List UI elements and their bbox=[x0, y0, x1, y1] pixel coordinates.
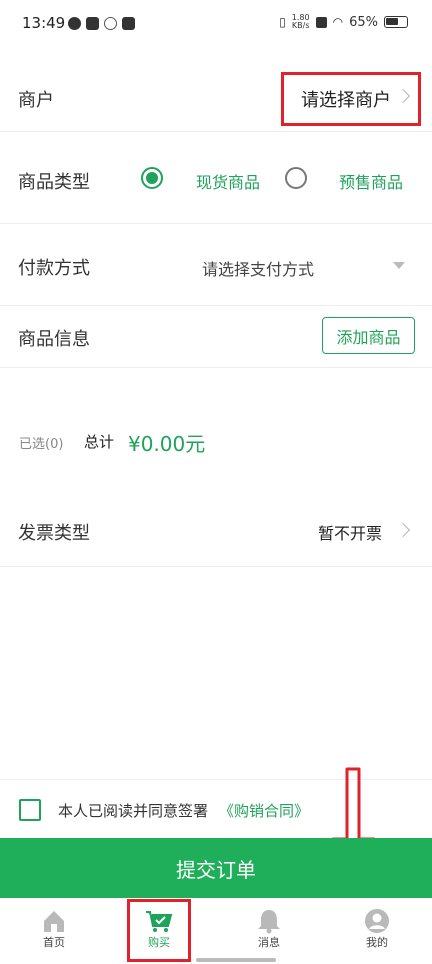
nav-profile-label: 我的 bbox=[366, 936, 388, 949]
nav-home[interactable]: 首页 bbox=[14, 908, 94, 950]
option-spot-label[interactable]: 现货商品 bbox=[196, 169, 260, 193]
selected-count: 已选(0) bbox=[19, 437, 64, 452]
nav-buy[interactable]: 购买 bbox=[119, 908, 199, 950]
divider bbox=[0, 367, 432, 368]
mail-icon bbox=[122, 17, 135, 30]
settings-icon bbox=[104, 17, 117, 30]
sim-icon bbox=[315, 16, 327, 28]
merchant-label: 商户 bbox=[18, 90, 54, 111]
payment-label: 付款方式 bbox=[18, 258, 90, 279]
radio-presale[interactable] bbox=[285, 167, 307, 189]
payment-select[interactable]: 请选择支付方式 bbox=[202, 256, 314, 280]
divider bbox=[0, 305, 432, 306]
vibrate-icon: ▯ bbox=[279, 15, 286, 29]
total-label: 总计 bbox=[84, 433, 115, 451]
product-type-label: 商品类型 bbox=[18, 172, 90, 193]
agreement-checkbox[interactable] bbox=[19, 799, 41, 821]
submit-order-button[interactable]: 提交订单 bbox=[0, 838, 432, 898]
divider bbox=[0, 223, 432, 224]
option-presale-label[interactable]: 预售商品 bbox=[339, 169, 403, 193]
net-speed: 1.80 KB/s bbox=[291, 13, 310, 30]
cart-icon bbox=[145, 908, 173, 934]
nav-messages[interactable]: 消息 bbox=[229, 908, 309, 950]
nav-home-label: 首页 bbox=[43, 936, 65, 949]
gesture-bar bbox=[196, 958, 276, 962]
status-bar: 13:49 ▯ 1.80 KB/s ◠ 65% bbox=[0, 0, 432, 52]
merchant-select[interactable]: 请选择商户 bbox=[301, 86, 391, 112]
nav-buy-label: 购买 bbox=[148, 936, 170, 949]
divider bbox=[0, 131, 432, 132]
chevron-right-icon bbox=[395, 522, 411, 538]
nav-messages-label: 消息 bbox=[258, 936, 280, 949]
home-icon bbox=[40, 908, 68, 934]
app-icon bbox=[68, 17, 81, 30]
battery-icon bbox=[384, 16, 408, 28]
status-time: 13:49 bbox=[22, 14, 66, 32]
add-product-button[interactable]: 添加商品 bbox=[322, 317, 415, 354]
status-right: ▯ 1.80 KB/s ◠ 65% bbox=[279, 14, 408, 30]
invoice-label: 发票类型 bbox=[18, 523, 90, 544]
invoice-select[interactable]: 暂不开票 bbox=[318, 520, 382, 544]
wifi-icon: ◠ bbox=[332, 15, 344, 29]
battery-percent: 65% bbox=[349, 14, 378, 30]
radio-spot-selected[interactable] bbox=[141, 167, 163, 189]
contract-link[interactable]: 《购销合同》 bbox=[219, 800, 309, 821]
user-icon bbox=[363, 908, 391, 934]
total-value: ¥0.00元 bbox=[128, 432, 206, 456]
bell-icon bbox=[255, 908, 283, 934]
agreement-text: 本人已阅读并同意签署 bbox=[58, 802, 209, 820]
product-info-label: 商品信息 bbox=[18, 329, 90, 350]
tiktok-icon bbox=[86, 17, 99, 30]
dropdown-arrow-icon[interactable] bbox=[393, 262, 405, 269]
nav-profile[interactable]: 我的 bbox=[337, 908, 417, 950]
divider bbox=[0, 566, 432, 567]
